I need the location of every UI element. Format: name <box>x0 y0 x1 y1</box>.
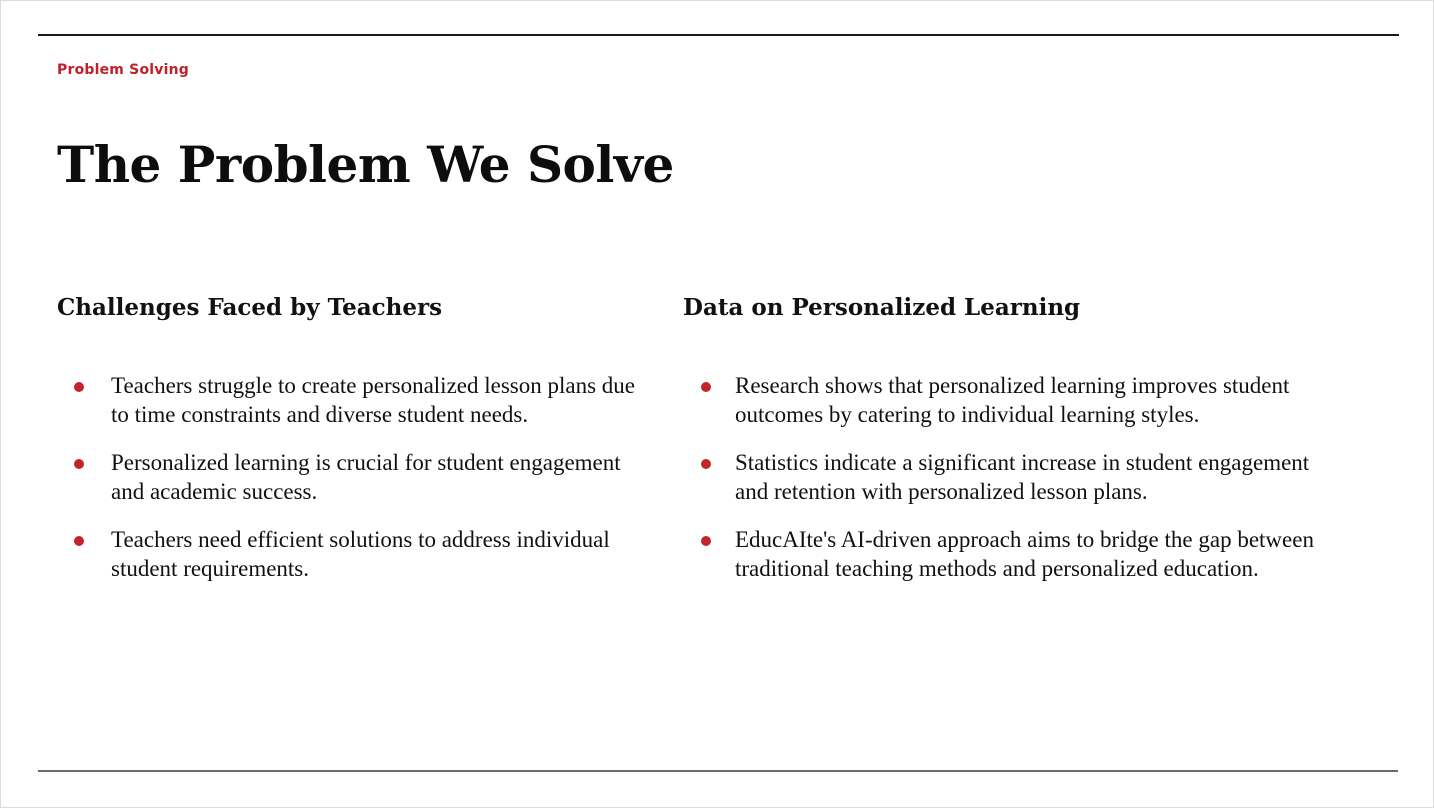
list-item: Teachers need efficient solutions to add… <box>57 525 644 583</box>
slide-canvas: Problem Solving The Problem We Solve Cha… <box>0 0 1434 808</box>
list-item-text: Teachers need efficient solutions to add… <box>111 527 610 581</box>
bullet-list-data: Research shows that personalized learnin… <box>683 371 1344 583</box>
list-item: Statistics indicate a significant increa… <box>683 448 1344 506</box>
list-item-text: EducAIte's AI-driven approach aims to br… <box>735 527 1314 581</box>
bullet-dot-icon <box>701 459 711 469</box>
list-item-text: Teachers struggle to create personalized… <box>111 373 635 427</box>
list-item-text: Personalized learning is crucial for stu… <box>111 450 621 504</box>
bullet-dot-icon <box>74 459 84 469</box>
bullet-dot-icon <box>74 536 84 546</box>
list-item: EducAIte's AI-driven approach aims to br… <box>683 525 1344 583</box>
list-item-text: Research shows that personalized learnin… <box>735 373 1290 427</box>
column-heading-data: Data on Personalized Learning <box>683 294 1081 321</box>
bullet-list-challenges: Teachers struggle to create personalized… <box>57 371 644 583</box>
column-challenges: Challenges Faced by Teachers Teachers st… <box>1 293 664 583</box>
list-item: Teachers struggle to create personalized… <box>57 371 644 429</box>
bullet-dot-icon <box>701 382 711 392</box>
bottom-divider-rule <box>38 770 1398 772</box>
list-item: Personalized learning is crucial for stu… <box>57 448 644 506</box>
bullet-dot-icon <box>74 382 84 392</box>
list-item: Research shows that personalized learnin… <box>683 371 1344 429</box>
content-columns: Challenges Faced by Teachers Teachers st… <box>1 293 1433 583</box>
slide-eyebrow-label: Problem Solving <box>57 62 189 78</box>
bullet-dot-icon <box>701 536 711 546</box>
column-data: Data on Personalized Learning Research s… <box>664 293 1364 583</box>
page-title: The Problem We Solve <box>57 134 674 194</box>
column-heading-challenges: Challenges Faced by Teachers <box>57 294 443 321</box>
top-divider-rule <box>38 34 1399 36</box>
list-item-text: Statistics indicate a significant increa… <box>735 450 1310 504</box>
